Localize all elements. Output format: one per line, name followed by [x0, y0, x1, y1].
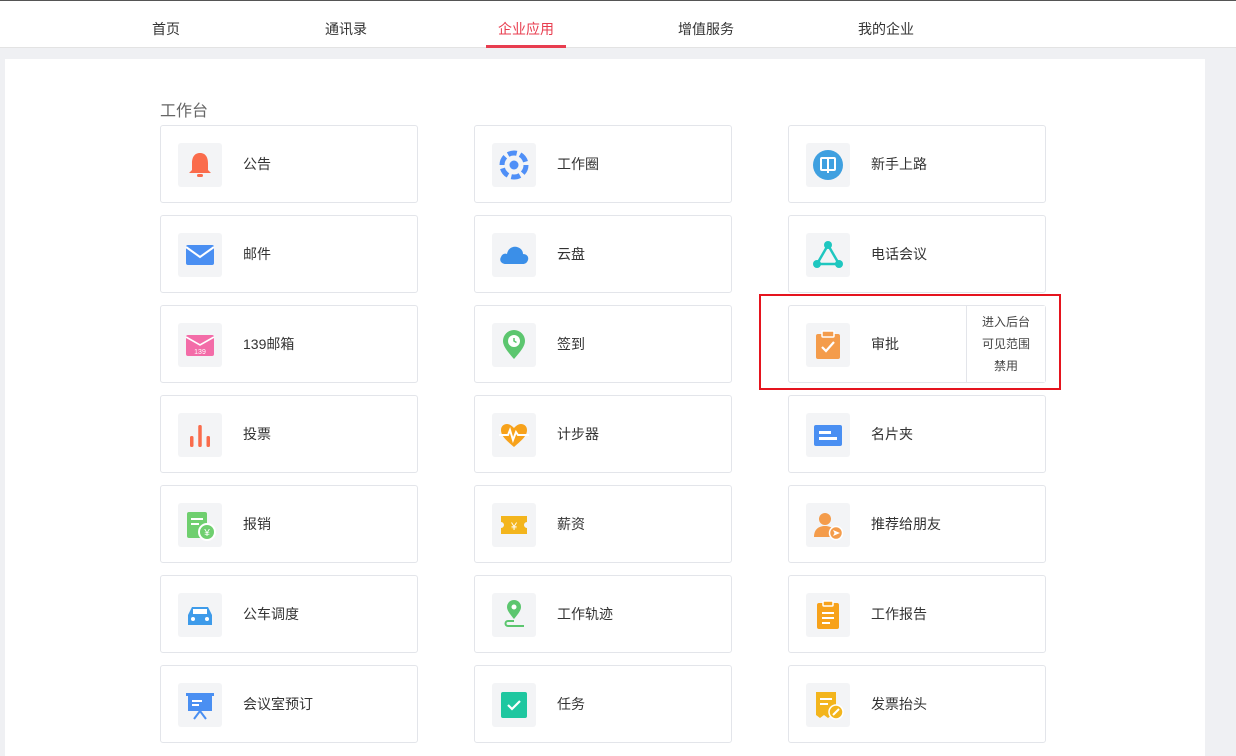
app-label: 审批: [871, 336, 899, 352]
invoice-title-icon: [816, 692, 844, 720]
app-card-invoice-title[interactable]: 发票抬头: [788, 665, 1046, 743]
app-label: 电话会议: [871, 246, 927, 262]
app-label: 工作轨迹: [557, 606, 613, 622]
app-label: 推荐给朋友: [871, 516, 941, 532]
app-card-mail[interactable]: 邮件: [160, 215, 418, 293]
app-label: 发票抬头: [871, 696, 927, 712]
approval-actions-panel: 进入后台 可见范围 禁用: [966, 306, 1045, 382]
app-label: 云盘: [557, 246, 585, 262]
svg-text:¥: ¥: [203, 528, 210, 539]
task-check-icon: [501, 692, 527, 718]
beginner-guide-icon: [813, 150, 843, 180]
svg-text:139: 139: [194, 349, 206, 356]
app-card-beginner-guide[interactable]: 新手上路: [788, 125, 1046, 203]
nav-my-enterprise[interactable]: 我的企业: [846, 1, 926, 48]
app-card-car-dispatch[interactable]: 公车调度: [160, 575, 418, 653]
app-card-task[interactable]: 任务: [474, 665, 732, 743]
svg-text:¥: ¥: [510, 521, 518, 533]
top-navigation: 首页 通讯录 企业应用 增值服务 我的企业: [0, 0, 1236, 48]
enter-backend-link[interactable]: 进入后台: [967, 311, 1045, 333]
car-icon: [188, 607, 212, 625]
app-label: 薪资: [557, 516, 585, 532]
app-label: 报销: [243, 516, 271, 532]
app-card-approval[interactable]: 审批 进入后台 可见范围 禁用: [788, 305, 1046, 383]
nav-value-added-services[interactable]: 增值服务: [666, 1, 746, 48]
business-card-icon: [814, 425, 842, 446]
section-title: 工作台: [160, 103, 209, 120]
work-track-icon: [504, 600, 524, 627]
app-card-work-report[interactable]: 工作报告: [788, 575, 1046, 653]
nav-enterprise-apps[interactable]: 企业应用: [486, 1, 566, 48]
app-card-salary[interactable]: ¥ 薪资: [474, 485, 732, 563]
recommend-friend-icon: [814, 513, 844, 541]
app-label: 新手上路: [871, 156, 927, 172]
app-card-recommend-friend[interactable]: 推荐给朋友: [788, 485, 1046, 563]
approval-clipboard-icon: [816, 330, 840, 359]
app-label: 任务: [557, 696, 585, 712]
nav-home[interactable]: 首页: [126, 1, 206, 48]
app-card-pedometer[interactable]: 计步器: [474, 395, 732, 473]
reimbursement-icon: ¥: [187, 512, 216, 541]
app-label: 会议室预订: [243, 696, 313, 712]
app-label: 139邮箱: [243, 336, 295, 352]
app-label: 签到: [557, 336, 585, 352]
active-tab-indicator: [486, 45, 566, 48]
app-card-work-track[interactable]: 工作轨迹: [474, 575, 732, 653]
app-card-announcement[interactable]: 公告: [160, 125, 418, 203]
app-label: 邮件: [243, 246, 271, 262]
app-card-check-in[interactable]: 签到: [474, 305, 732, 383]
app-card-phone-conference[interactable]: 电话会议: [788, 215, 1046, 293]
mailbox-139-icon: 139: [185, 335, 215, 356]
disable-link[interactable]: 禁用: [967, 355, 1045, 377]
work-report-icon: [817, 600, 839, 629]
bell-icon: [189, 153, 211, 177]
app-label: 名片夹: [871, 426, 913, 442]
cloud-icon: [500, 246, 529, 264]
app-label: 公车调度: [243, 606, 299, 622]
app-card-business-cards[interactable]: 名片夹: [788, 395, 1046, 473]
app-label: 工作报告: [871, 606, 927, 622]
phone-conference-icon: [813, 241, 843, 268]
check-in-location-icon: [503, 330, 525, 359]
pedometer-heartbeat-icon: [499, 424, 529, 447]
mail-icon: [185, 245, 215, 265]
app-card-reimbursement[interactable]: ¥ 报销: [160, 485, 418, 563]
app-card-mailbox-139[interactable]: 139 139邮箱: [160, 305, 418, 383]
app-label: 公告: [243, 156, 271, 172]
work-circle-icon: [499, 150, 529, 180]
app-card-work-circle[interactable]: 工作圈: [474, 125, 732, 203]
app-label: 投票: [243, 426, 271, 442]
app-card-cloud-drive[interactable]: 云盘: [474, 215, 732, 293]
app-card-vote[interactable]: 投票: [160, 395, 418, 473]
vote-bar-chart-icon: [190, 425, 210, 447]
nav-contacts[interactable]: 通讯录: [306, 1, 386, 48]
app-card-meeting-room[interactable]: 会议室预订: [160, 665, 418, 743]
app-label: 工作圈: [557, 156, 599, 172]
salary-icon: ¥: [501, 516, 527, 534]
visibility-scope-link[interactable]: 可见范围: [967, 333, 1045, 355]
meeting-room-icon: [186, 693, 214, 720]
app-label: 计步器: [557, 426, 599, 442]
